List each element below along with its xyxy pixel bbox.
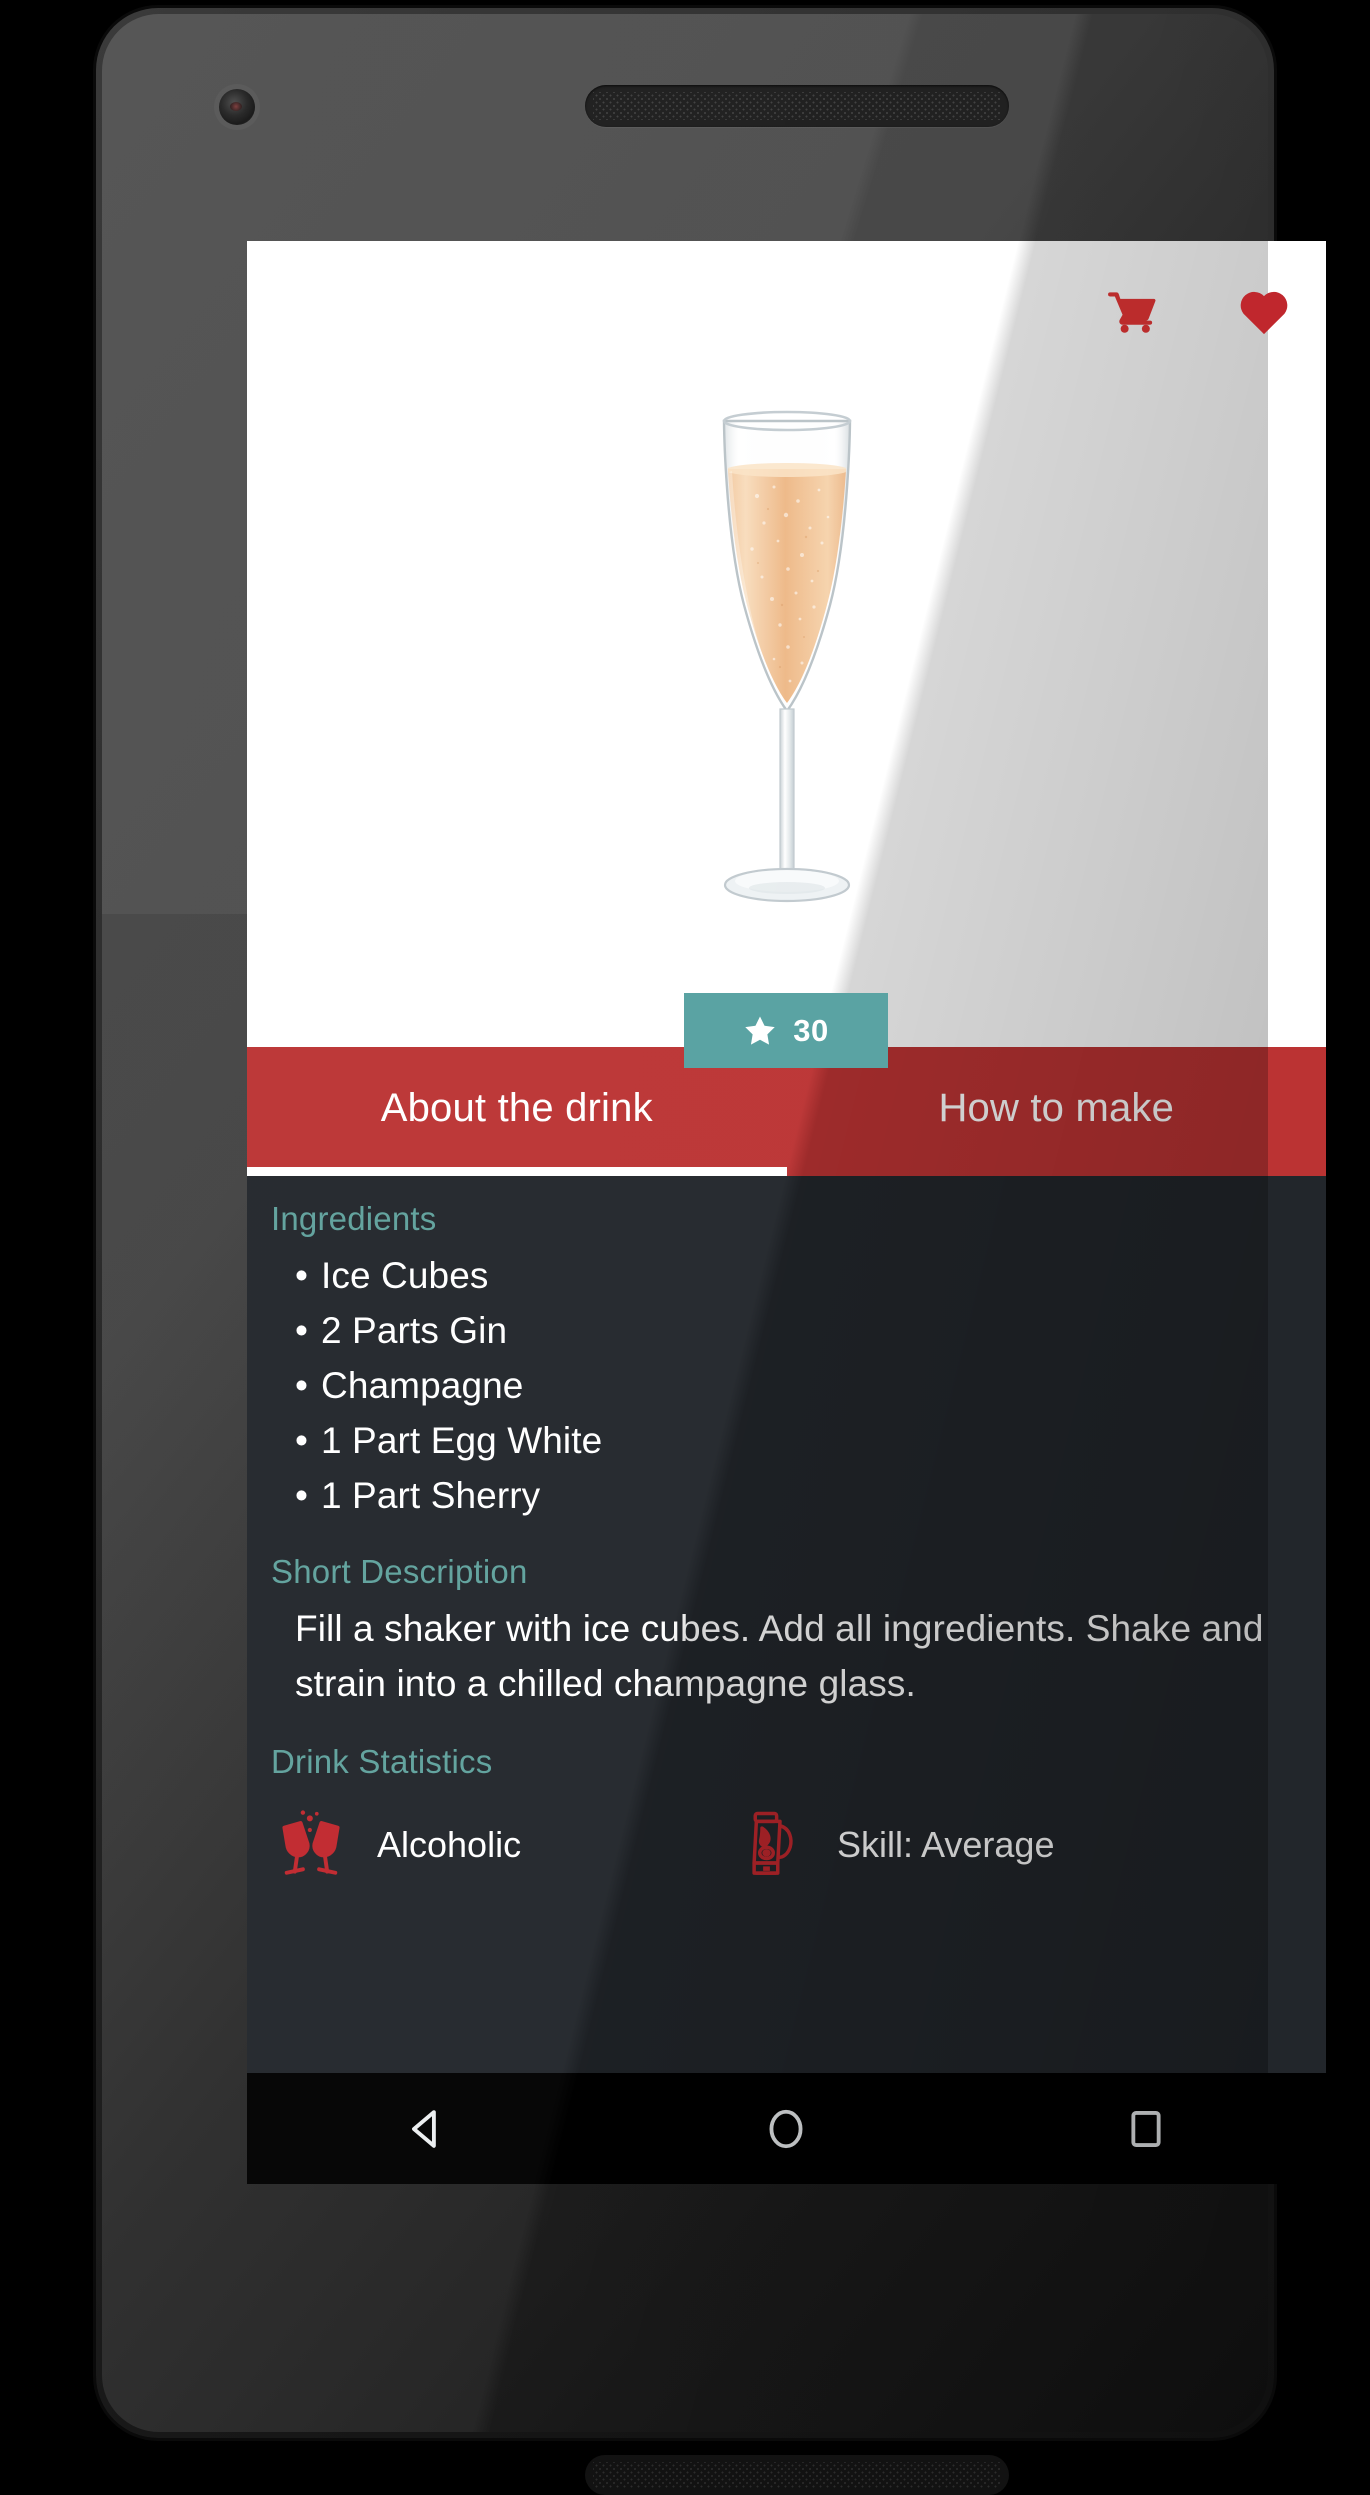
list-item: 1 Part Sherry [295, 1468, 1326, 1523]
phone-frame: 30 About the drink How to make Ingredien… [96, 8, 1326, 2495]
stat-skill-label: Skill: Average [837, 1824, 1055, 1865]
list-item: Champagne [295, 1358, 1326, 1413]
champagne-flute-image [662, 391, 912, 931]
rating-badge: 30 [684, 993, 888, 1068]
list-item: Ice Cubes [295, 1248, 1326, 1303]
drink-statistics-heading: Drink Statistics [271, 1743, 493, 1780]
star-icon [745, 1016, 775, 1045]
short-description-text: Fill a shaker with ice cubes. Add all in… [295, 1608, 1264, 1704]
phone-screen: 30 About the drink How to make Ingredien… [247, 241, 1326, 2184]
phone-body: 30 About the drink How to make Ingredien… [102, 14, 1326, 2495]
favorite-icon[interactable] [1236, 283, 1292, 339]
drink-statistics-row: Alcoholic Skill: Average [247, 1791, 1326, 1885]
blender-icon [731, 1805, 811, 1885]
ingredients-heading: Ingredients [271, 1200, 437, 1237]
stat-alcoholic-label: Alcoholic [377, 1824, 522, 1865]
tab-content-panel: Ingredients Ice Cubes 2 Parts Gin Champa… [247, 1176, 1326, 2023]
short-description-heading: Short Description [271, 1553, 528, 1590]
rating-value: 30 [793, 1013, 829, 1048]
list-item: 1 Part Egg White [295, 1413, 1326, 1468]
earpiece-speaker-grille [585, 85, 1009, 127]
android-navigation-bar [247, 2073, 1326, 2184]
back-button[interactable] [367, 2073, 487, 2184]
tab-active-indicator [247, 1167, 787, 1176]
cart-icon[interactable] [1104, 283, 1160, 339]
front-camera [219, 89, 255, 125]
bottom-speaker-grille [585, 2455, 1009, 2495]
recents-button[interactable] [1086, 2073, 1206, 2184]
list-item: 2 Parts Gin [295, 1303, 1326, 1358]
stat-alcoholic: Alcoholic [271, 1805, 731, 1885]
stat-skill: Skill: Average [731, 1805, 1054, 1885]
home-button[interactable] [726, 2073, 846, 2184]
hero-image-area: 30 [247, 241, 1326, 1068]
ingredients-list: Ice Cubes 2 Parts Gin Champagne 1 Part E… [247, 1248, 1326, 1523]
cheers-glasses-icon [271, 1805, 351, 1885]
action-bar [1104, 283, 1292, 339]
